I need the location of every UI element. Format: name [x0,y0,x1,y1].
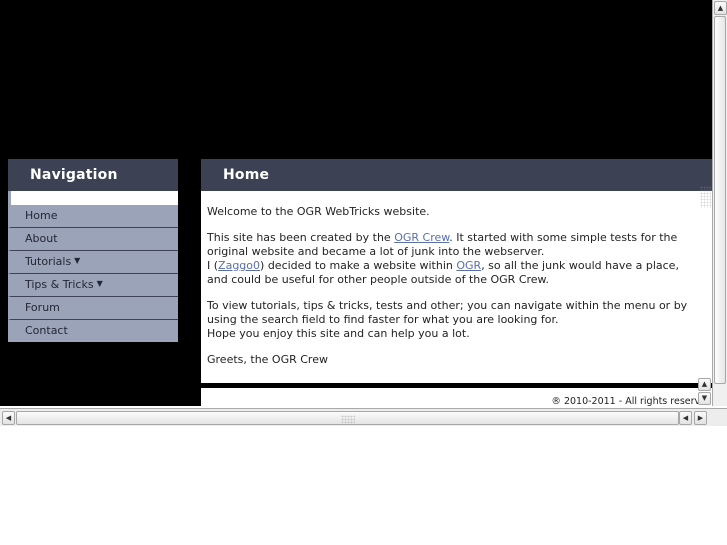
browser-viewport: Navigation Home About Tutorials ▼ Tips & … [0,0,712,406]
triangle-up-icon: ▲ [701,380,708,388]
origin-text-a: This site has been created by the [207,231,395,244]
sidebar-item-tips-and-tricks[interactable]: Tips & Tricks ▼ [8,274,178,297]
triangle-up-icon: ▲ [717,3,724,12]
paragraph-origin: This site has been created by the OGR Cr… [207,231,700,287]
sidebar-item-label: Home [25,209,58,222]
scroll-left-button-right-pair[interactable]: ◀ [679,411,692,425]
triangle-right-icon: ▶ [697,413,704,422]
chevron-down-icon: ▼ [96,279,103,288]
sidebar-item-tutorials[interactable]: Tutorials ▼ [8,251,178,274]
sidebar-item-label: Tips & Tricks [25,278,94,291]
origin-line2-a: I ( [207,259,219,272]
scrollbar-grip-icon [340,415,355,423]
nav-help-text: To view tutorials, tips & tricks, tests … [207,299,688,326]
greets-text: Greets, the OGR Crew [207,353,328,366]
sidebar-item-label: About [25,232,58,245]
sidebar-item-about[interactable]: About [8,228,178,251]
sidebar-search-area[interactable] [8,191,178,205]
sidebar-item-label: Forum [25,301,60,314]
scroll-up-button[interactable]: ▲ [714,1,727,15]
sidebar-item-label: Contact [25,324,68,337]
copyright-text: ® 2010-2011 - All rights reserve [551,396,706,406]
paragraph-welcome: Welcome to the OGR WebTricks website. [207,205,700,219]
horizontal-scrollbar-thumb[interactable] [16,411,679,425]
scroll-right-button[interactable]: ▶ [694,411,707,425]
sidebar-item-label: Tutorials [25,255,72,268]
vertical-scrollbar-thumb[interactable] [714,16,726,384]
chevron-down-icon: ▼ [74,256,81,265]
sidebar-header-label: Navigation [30,167,118,183]
paragraph-greets: Greets, the OGR Crew [207,353,700,367]
triangle-left-icon: ◀ [5,413,12,422]
scroll-left-button[interactable]: ◀ [2,411,15,425]
footer: ® 2010-2011 - All rights reserve Home|Ab… [201,388,712,406]
triangle-down-icon: ▼ [701,394,708,402]
sidebar-item-contact[interactable]: Contact [8,320,178,342]
sidebar: Navigation Home About Tutorials ▼ Tips & … [8,159,178,342]
inner-scrollbar-buttons[interactable]: ▲ ▼ [698,378,712,406]
page-title-label: Home [223,167,270,183]
page-title: Home [201,159,712,191]
inner-scroll-down-button[interactable]: ▼ [698,392,711,405]
nav-help-enjoy: Hope you enjoy this site and can help yo… [207,327,470,340]
content-panel: Home Welcome to the OGR WebTricks websit… [201,159,712,383]
origin-line2-b: ) decided to make a website within [260,259,457,272]
link-ogr[interactable]: OGR [456,259,481,272]
desktop-background [0,427,727,545]
paragraph-navigation-help: To view tutorials, tips & tricks, tests … [207,299,700,341]
footer-copyright-row: ® 2010-2011 - All rights reserve [207,395,706,406]
link-zaggo0[interactable]: Zaggo0 [218,259,260,272]
inner-scroll-up-button[interactable]: ▲ [698,378,711,391]
sidebar-item-forum[interactable]: Forum [8,297,178,320]
welcome-text: Welcome to the OGR WebTricks website. [207,205,430,218]
horizontal-scrollbar[interactable]: ◀ ◀ ▶ [0,408,727,426]
vertical-scrollbar[interactable]: ▲ [712,0,727,406]
sidebar-item-home[interactable]: Home [8,205,178,228]
search-input[interactable] [11,191,178,205]
main-column: Home Welcome to the OGR WebTricks websit… [201,159,712,406]
sidebar-header: Navigation [8,159,178,191]
link-ogr-crew[interactable]: OGR Crew [394,231,449,244]
inner-scrollbar-grip[interactable] [700,186,711,208]
horizontal-scroll-buttons[interactable]: ◀ ▶ [679,411,709,425]
article-body: Welcome to the OGR WebTricks website. Th… [201,191,712,383]
triangle-left-icon: ◀ [682,413,689,422]
